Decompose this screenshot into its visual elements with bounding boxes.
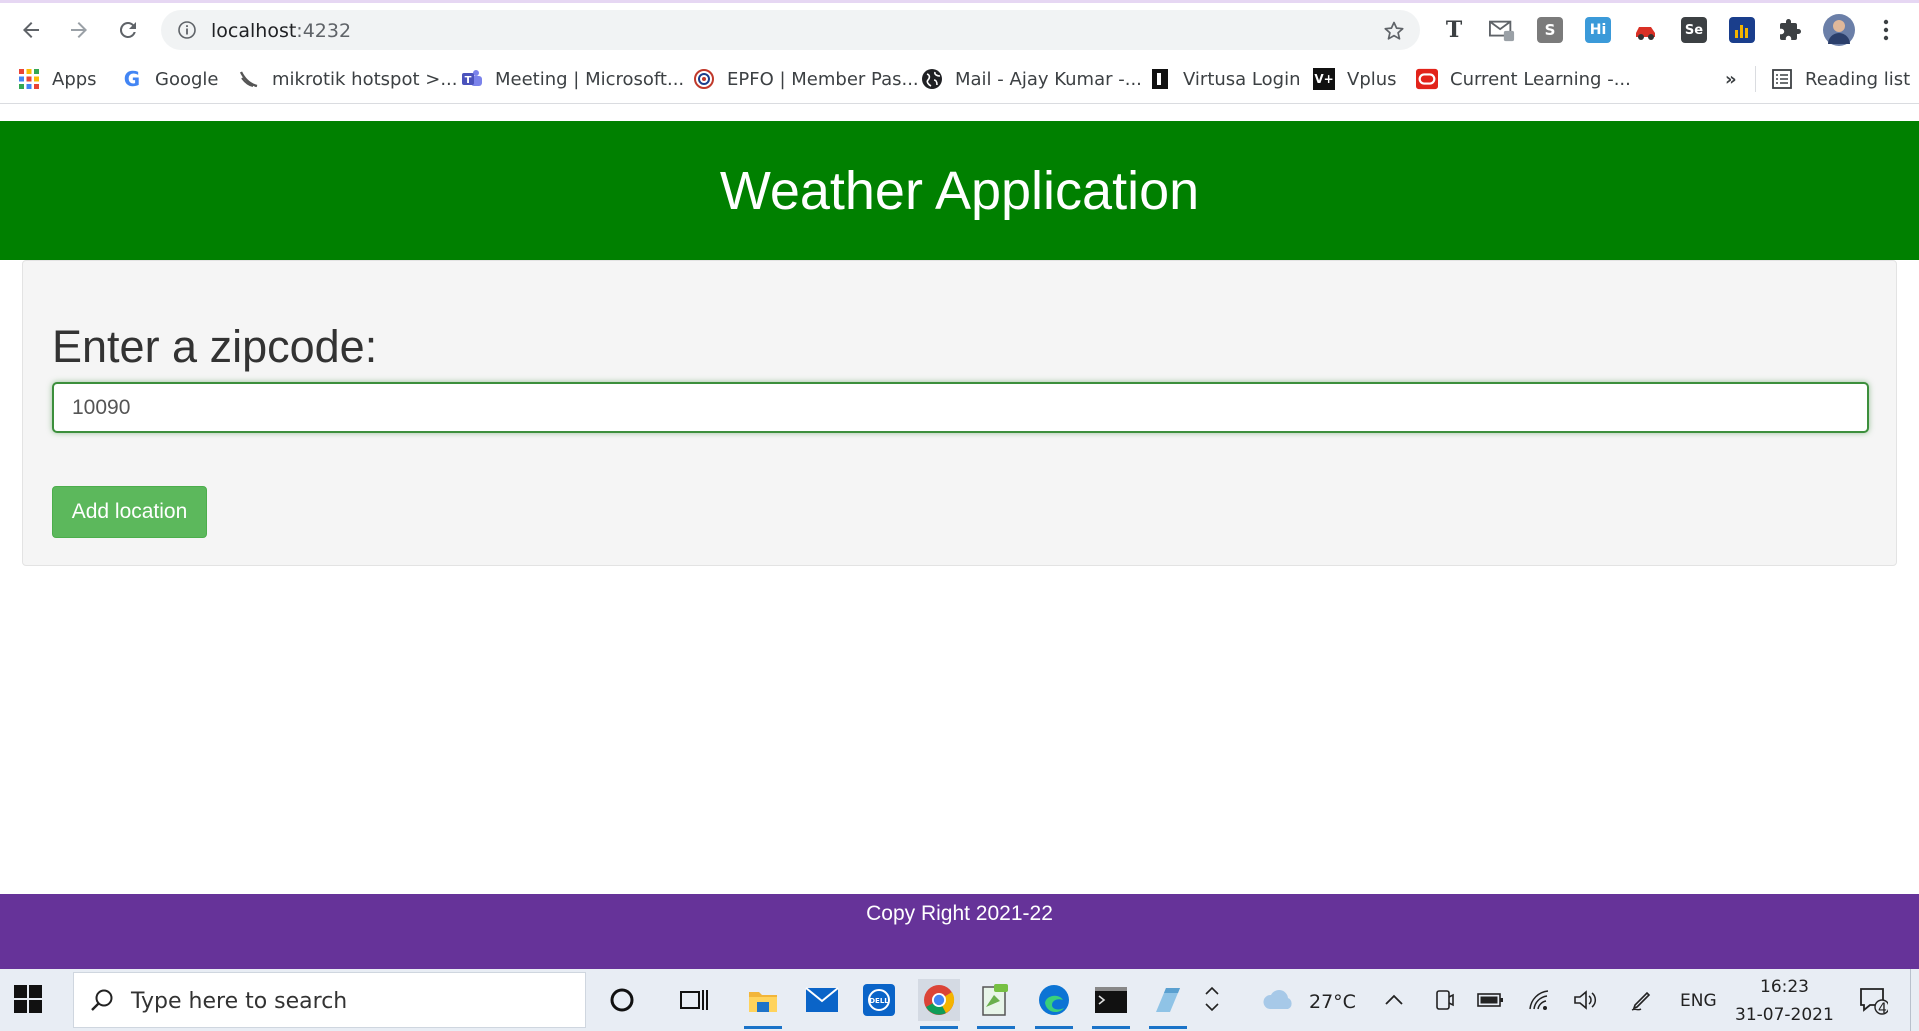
clock-date[interactable]: 31-07-2021 — [1735, 1005, 1834, 1025]
hi-extension-icon[interactable]: Hi — [1585, 17, 1611, 43]
bookmark-google[interactable]: G Google — [121, 66, 219, 92]
file-explorer-icon[interactable] — [742, 979, 784, 1029]
bookmark-mail[interactable]: Mail - Ajay Kumar -... — [921, 66, 1142, 92]
terminal-icon[interactable] — [1090, 979, 1132, 1029]
bookmark-label: Virtusa Login — [1183, 68, 1301, 90]
windows-start-icon[interactable] — [14, 985, 42, 1013]
google-icon: G — [123, 67, 141, 91]
chart-extension-icon[interactable] — [1729, 17, 1755, 43]
svg-text:DELL: DELL — [869, 997, 889, 1005]
search-icon — [91, 989, 113, 1011]
apps-grid-icon — [18, 68, 40, 90]
bookmark-vplus[interactable]: V+ Vplus — [1313, 66, 1397, 92]
more-bookmarks-label: » — [1725, 68, 1737, 90]
bookmark-teams[interactable]: T Meeting | Microsoft... — [461, 66, 684, 92]
url-host: localhost — [211, 20, 297, 42]
text-extension-icon[interactable]: T — [1441, 17, 1467, 43]
profile-avatar[interactable] — [1823, 14, 1855, 46]
back-button[interactable] — [14, 13, 48, 47]
reading-list-label: Reading list — [1805, 68, 1911, 90]
reload-icon — [119, 21, 136, 38]
reading-list-button[interactable]: Reading list — [1771, 66, 1910, 92]
extensions-puzzle-icon[interactable] — [1777, 17, 1803, 43]
notification-center-icon[interactable]: 4 — [1852, 979, 1894, 1021]
show-desktop-divider[interactable] — [1910, 969, 1911, 1031]
taskbar: Type here to search DELL 27°C ENG 16:23 … — [0, 969, 1919, 1031]
page-title: Weather Application — [719, 160, 1200, 221]
epfo-icon — [693, 68, 715, 90]
chrome-taskbar-icon[interactable] — [918, 979, 960, 1029]
wifi-icon[interactable] — [1518, 979, 1560, 1021]
back-arrow-icon — [23, 22, 39, 38]
meet-now-icon[interactable] — [1423, 979, 1465, 1021]
app-header: Weather Application — [0, 121, 1919, 260]
mikrotik-icon — [238, 68, 260, 90]
forward-button[interactable] — [62, 13, 96, 47]
url-text: localhost:4232 — [211, 20, 351, 42]
bookmarks-bar: Apps G Google mikrotik hotspot >... T Me… — [0, 54, 1919, 104]
notepad-plus-icon[interactable] — [975, 979, 1017, 1029]
language-indicator[interactable]: ENG — [1680, 991, 1717, 1011]
s-extension-icon[interactable]: S — [1537, 17, 1563, 43]
volume-icon[interactable] — [1565, 979, 1607, 1021]
url-port: :4232 — [296, 20, 352, 42]
bookmark-label: EPFO | Member Pas... — [727, 68, 919, 90]
dell-app-icon[interactable]: DELL — [858, 979, 900, 1021]
search-placeholder: Type here to search — [131, 989, 348, 1014]
add-location-button[interactable]: Add location — [52, 486, 207, 538]
red-car-extension-icon[interactable] — [1633, 17, 1659, 43]
site-info-icon[interactable] — [177, 20, 197, 40]
teams-icon: T — [461, 68, 483, 90]
browser-menu-icon[interactable] — [1873, 17, 1899, 43]
bookmark-label: Google — [155, 68, 219, 90]
svg-text:T: T — [465, 75, 472, 86]
bookmark-apps[interactable]: Apps — [18, 66, 97, 92]
more-bookmarks-button[interactable]: » — [1725, 66, 1737, 92]
app-footer: Copy Right 2021-22 — [0, 894, 1919, 969]
notification-count: 4 — [1878, 1001, 1887, 1017]
browser-toolbar: localhost:4232 T S Hi Se — [0, 3, 1919, 54]
oracle-icon — [1416, 68, 1438, 90]
zipcode-input[interactable] — [52, 382, 1869, 433]
virtusa-icon — [1149, 68, 1171, 90]
vplus-icon: V+ — [1313, 68, 1335, 90]
mail-extension-icon[interactable] — [1489, 17, 1515, 43]
forward-arrow-icon — [71, 22, 87, 38]
bookmark-mikrotik[interactable]: mikrotik hotspot >... — [238, 66, 458, 92]
reload-button[interactable] — [111, 13, 145, 47]
zipcode-label: Enter a zipcode: — [52, 321, 378, 372]
bookmark-label: Apps — [52, 68, 97, 90]
taskbar-search-box[interactable]: Type here to search — [73, 972, 586, 1028]
tray-scroll-arrows[interactable] — [1200, 973, 1224, 1025]
bookmark-label: Current Learning -... — [1450, 68, 1631, 90]
address-bar[interactable]: localhost:4232 — [161, 10, 1420, 50]
copyright-text: Copy Right 2021-22 — [866, 902, 1053, 925]
show-hidden-icons-chevron-icon[interactable] — [1373, 979, 1415, 1021]
bookmark-label: Vplus — [1347, 68, 1397, 90]
bookmark-epfo[interactable]: EPFO | Member Pas... — [693, 66, 919, 92]
cortana-icon[interactable] — [601, 979, 643, 1021]
bookmark-current-learning[interactable]: Current Learning -... — [1416, 66, 1631, 92]
battery-icon[interactable] — [1470, 979, 1512, 1021]
mail-app-icon[interactable] — [801, 979, 843, 1021]
web-page: Weather Application Enter a zipcode: Add… — [0, 105, 1919, 969]
bookmark-label: mikrotik hotspot >... — [272, 68, 458, 90]
globe-icon — [921, 68, 943, 90]
bookmark-label: Mail - Ajay Kumar -... — [955, 68, 1142, 90]
weather-cloud-icon[interactable] — [1258, 979, 1300, 1021]
bookmarks-divider — [1755, 66, 1756, 92]
reading-list-icon — [1771, 68, 1793, 90]
app-shortcut-icon[interactable] — [1147, 979, 1189, 1029]
task-view-icon[interactable] — [673, 979, 715, 1021]
edge-icon[interactable] — [1033, 979, 1075, 1029]
bookmark-label: Meeting | Microsoft... — [495, 68, 685, 90]
clock-time[interactable]: 16:23 — [1760, 977, 1809, 997]
bookmark-virtusa[interactable]: Virtusa Login — [1149, 66, 1300, 92]
bookmark-star-icon[interactable] — [1382, 19, 1406, 43]
pen-workspace-icon[interactable] — [1621, 979, 1663, 1021]
selenium-extension-icon[interactable]: Se — [1681, 17, 1707, 43]
zipcode-form: Enter a zipcode: Add location — [22, 260, 1897, 566]
weather-temperature[interactable]: 27°C — [1309, 991, 1356, 1013]
